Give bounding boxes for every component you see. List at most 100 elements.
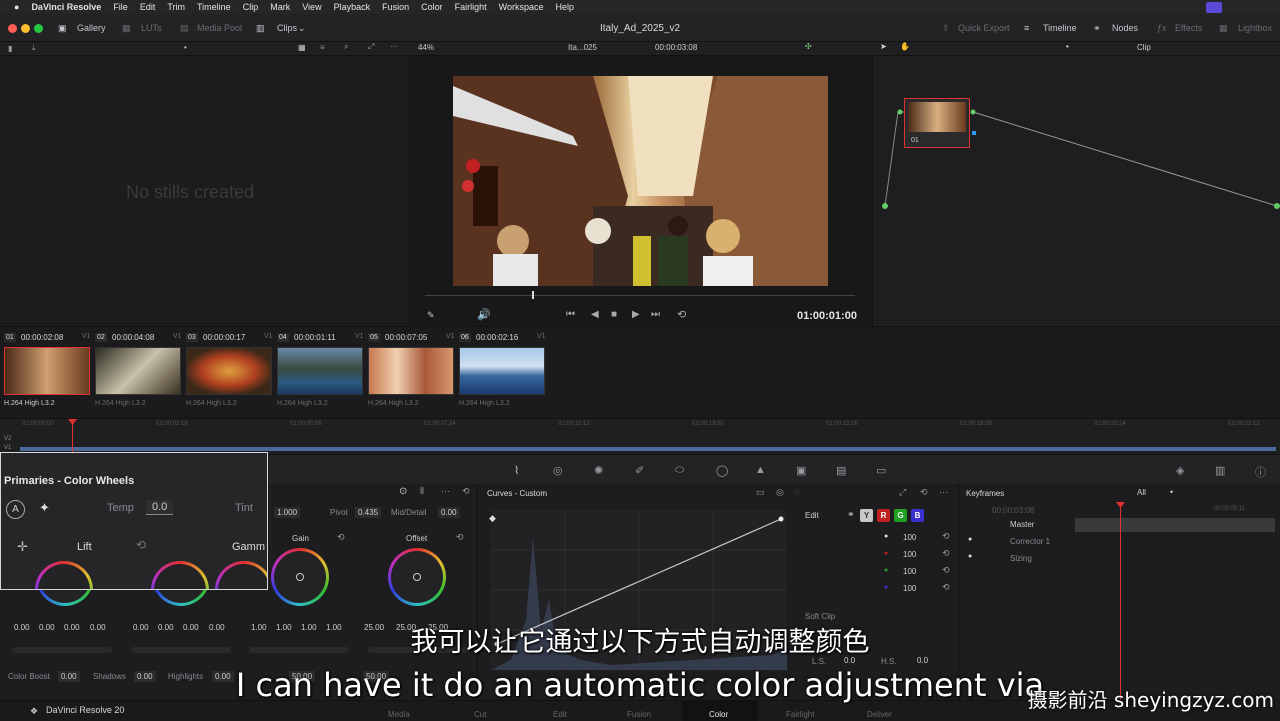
gain-crosshair-icon[interactable] xyxy=(296,573,304,581)
expand-icon[interactable]: ⤢ xyxy=(899,487,906,498)
temp-value[interactable]: 0.0 xyxy=(146,500,174,515)
minimize-window-button[interactable] xyxy=(21,24,30,33)
page-fusion[interactable]: Fusion xyxy=(627,710,651,719)
curves-mode-icon[interactable]: ◎ xyxy=(776,487,784,498)
timeline-button[interactable]: Timeline xyxy=(1043,23,1077,33)
intensity-b[interactable]: 100 xyxy=(903,584,916,593)
page-fairlight[interactable]: Fairlight xyxy=(786,710,814,719)
intensity-y[interactable]: 100 xyxy=(903,533,916,542)
tracker-icon[interactable]: ◯ xyxy=(716,464,728,477)
chevron-down-icon[interactable]: ⌄ xyxy=(298,23,306,34)
wheels-mode-icon[interactable]: ⊙ xyxy=(399,486,407,497)
magic-wand-icon[interactable]: ✦ xyxy=(39,500,50,516)
menu-workspace[interactable]: Workspace xyxy=(499,2,544,12)
eyedropper-icon[interactable]: ✎ xyxy=(427,310,435,321)
lift-reset-icon[interactable]: ⟲ xyxy=(136,538,146,552)
menu-trim[interactable]: Trim xyxy=(167,2,185,12)
clip-mode-dropdown[interactable]: Clip xyxy=(1137,43,1151,52)
corrector-node[interactable]: 01 xyxy=(904,98,970,148)
menu-color[interactable]: Color xyxy=(421,2,443,12)
volume-icon[interactable]: 🔊 xyxy=(477,308,491,321)
color-picker-icon[interactable]: ✣ xyxy=(805,42,812,51)
grab-still-icon[interactable]: ⤓ xyxy=(32,43,36,53)
apple-icon[interactable]: ● xyxy=(14,2,19,12)
link-icon[interactable]: ⚭ xyxy=(847,509,855,520)
more-icon[interactable]: ··· xyxy=(939,487,948,497)
log-mode-icon[interactable]: ··· xyxy=(441,486,450,496)
keyframe-icon[interactable]: ◈ xyxy=(1176,464,1184,477)
menu-playback[interactable]: Playback xyxy=(334,2,371,12)
channel-g-toggle[interactable]: G xyxy=(894,509,907,522)
page-cut[interactable]: Cut xyxy=(474,710,486,719)
menu-timeline[interactable]: Timeline xyxy=(197,2,231,12)
keyframes-filter-dropdown[interactable]: All xyxy=(1137,488,1146,497)
window-icon[interactable]: ⬭ xyxy=(675,464,684,477)
sidebar-toggle-icon[interactable]: ▮ xyxy=(8,44,12,53)
reset-icon[interactable]: ⟲ xyxy=(462,486,470,497)
reset-icon[interactable]: ⟲ xyxy=(942,531,950,542)
node-editor[interactable]: 01 xyxy=(872,56,1280,326)
offset-crosshair-icon[interactable] xyxy=(413,573,421,581)
corrector-row[interactable]: Corrector 1 xyxy=(1010,537,1050,546)
more-icon[interactable]: ··· xyxy=(390,42,398,51)
luts-button[interactable]: LUTs xyxy=(141,23,162,33)
color-warper-icon[interactable]: ◎ xyxy=(553,464,563,477)
last-frame-button[interactable]: ⏭ xyxy=(651,309,660,320)
page-media[interactable]: Media xyxy=(388,710,410,719)
channel-y-toggle[interactable]: Y xyxy=(860,509,873,522)
clips-button[interactable]: Clips xyxy=(277,23,297,33)
pivot-value[interactable]: 0.435 xyxy=(355,507,382,518)
3d-icon[interactable]: ▭ xyxy=(876,464,886,477)
info-icon[interactable]: ⓘ xyxy=(1255,464,1266,480)
list-view-icon[interactable]: ≡ xyxy=(320,43,325,52)
offset-reset-icon[interactable]: ⟲ xyxy=(456,532,464,543)
blur-icon[interactable]: ▲ xyxy=(755,464,766,476)
pointer-icon[interactable]: ➤ xyxy=(880,42,887,51)
viewer-frame[interactable] xyxy=(453,76,828,286)
channel-b-toggle[interactable]: B xyxy=(911,509,924,522)
reset-icon[interactable]: ⟲ xyxy=(942,565,950,576)
nodes-button[interactable]: Nodes xyxy=(1112,23,1138,33)
gain-wheel-zoom[interactable] xyxy=(215,561,267,589)
first-frame-button[interactable]: ⏮ xyxy=(566,309,575,320)
play-button[interactable]: ▶ xyxy=(632,309,640,320)
menu-mark[interactable]: Mark xyxy=(270,2,290,12)
crosshair-icon[interactable]: ✛ xyxy=(17,539,28,555)
menu-file[interactable]: File xyxy=(113,2,128,12)
menu-clip[interactable]: Clip xyxy=(243,2,259,12)
quick-export-button[interactable]: Quick Export xyxy=(958,23,1010,33)
loop-button[interactable]: ⟲ xyxy=(677,308,686,321)
zoom-window-button[interactable] xyxy=(34,24,43,33)
curves-tool-icon[interactable]: ⌇ xyxy=(514,464,519,477)
lightbox-button[interactable]: Lightbox xyxy=(1238,23,1272,33)
curves-view-icon[interactable]: ▭ xyxy=(756,487,765,498)
reset-icon[interactable]: ⟲ xyxy=(942,582,950,593)
master-row[interactable]: Master xyxy=(1010,520,1034,529)
contrast-value[interactable]: 1.000 xyxy=(274,507,301,518)
middetail-value[interactable]: 0.00 xyxy=(438,507,460,518)
sizing-row[interactable]: Sizing xyxy=(1010,554,1032,563)
intensity-r[interactable]: 100 xyxy=(903,550,916,559)
hand-icon[interactable]: ✋ xyxy=(900,42,910,51)
page-edit[interactable]: Edit xyxy=(553,710,567,719)
gain-reset-icon[interactable]: ⟲ xyxy=(337,532,345,543)
scrubber-track[interactable] xyxy=(425,295,855,296)
bars-mode-icon[interactable]: ⦀ xyxy=(420,486,424,497)
grid-view-icon[interactable]: ▦ xyxy=(298,43,306,52)
search-icon[interactable]: ⌕ xyxy=(344,42,348,52)
page-color[interactable]: Color xyxy=(709,710,728,719)
scopes-icon[interactable]: ▥ xyxy=(1215,464,1225,477)
close-window-button[interactable] xyxy=(8,24,17,33)
reset-icon[interactable]: ⟲ xyxy=(942,548,950,559)
menu-fairlight[interactable]: Fairlight xyxy=(455,2,487,12)
play-reverse-button[interactable]: ◀ xyxy=(591,309,599,320)
curves-hue-icon[interactable]: ◌ xyxy=(794,487,799,497)
zoom-level[interactable]: 44% xyxy=(418,43,434,52)
menu-fusion[interactable]: Fusion xyxy=(382,2,409,12)
curve-control-icon[interactable]: ◆ xyxy=(489,513,496,524)
reset-icon[interactable]: ⟲ xyxy=(920,487,928,498)
channel-r-toggle[interactable]: R xyxy=(877,509,890,522)
auto-balance-icon[interactable]: A xyxy=(6,500,25,519)
effects-button[interactable]: Effects xyxy=(1175,23,1202,33)
hsl-qualifier-icon[interactable]: ✺ xyxy=(594,464,603,477)
